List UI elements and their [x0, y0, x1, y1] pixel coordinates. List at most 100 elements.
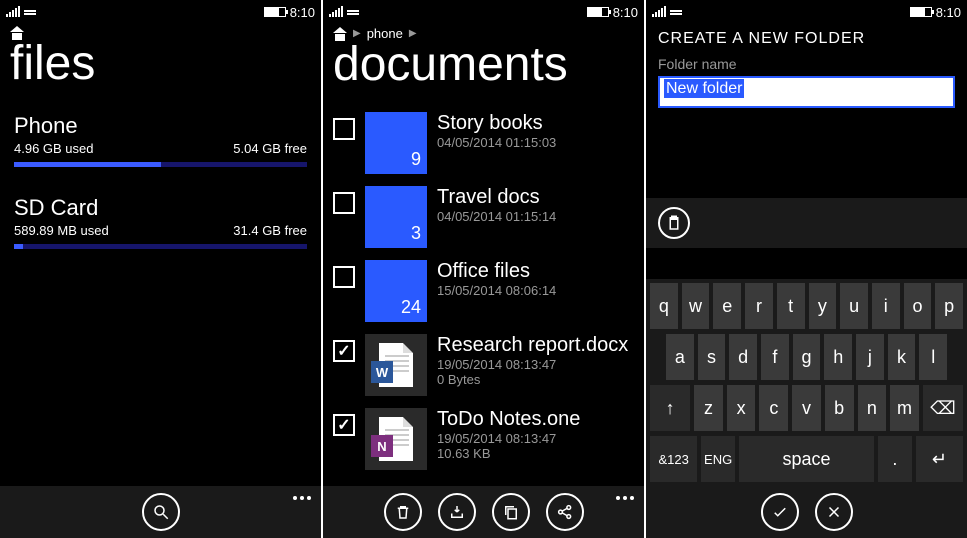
copy-icon: [502, 503, 520, 521]
key-z[interactable]: z: [694, 385, 723, 431]
file-list: 9Story books04/05/2014 01:15:033Travel d…: [323, 102, 644, 538]
list-item[interactable]: NToDo Notes.one19/05/2014 08:13:4710.63 …: [323, 402, 644, 476]
storage-bar: [14, 162, 307, 167]
item-name: Research report.docx: [437, 334, 628, 357]
key-y[interactable]: y: [809, 283, 837, 329]
key-f[interactable]: f: [761, 334, 789, 380]
status-indicator-icon: [670, 10, 682, 15]
key-i[interactable]: i: [872, 283, 900, 329]
status-bar: 8:10: [646, 0, 967, 22]
checkbox[interactable]: [333, 192, 355, 214]
storage-item[interactable]: SD Card589.89 MB used31.4 GB free: [0, 183, 321, 249]
key-a[interactable]: a: [666, 334, 694, 380]
share-button[interactable]: [546, 493, 584, 531]
item-date: 15/05/2014 08:06:14: [437, 283, 556, 298]
paste-button[interactable]: [658, 207, 690, 239]
item-name: Office files: [437, 260, 556, 283]
key-space[interactable]: space: [739, 436, 874, 482]
storage-used: 4.96 GB used: [14, 141, 94, 156]
cancel-button[interactable]: [815, 493, 853, 531]
status-indicator-icon: [347, 10, 359, 15]
signal-icon: [6, 7, 20, 17]
key-w[interactable]: w: [682, 283, 710, 329]
more-button[interactable]: [616, 496, 634, 500]
status-bar: 8:10: [0, 0, 321, 22]
item-date: 04/05/2014 01:15:14: [437, 209, 556, 224]
key-t[interactable]: t: [777, 283, 805, 329]
key-g[interactable]: g: [793, 334, 821, 380]
keyboard-header: [646, 198, 967, 248]
search-button[interactable]: [142, 493, 180, 531]
key-dot[interactable]: .: [878, 436, 912, 482]
list-item[interactable]: 3Travel docs04/05/2014 01:15:14: [323, 180, 644, 254]
confirm-button[interactable]: [761, 493, 799, 531]
key-q[interactable]: q: [650, 283, 678, 329]
signal-icon: [652, 7, 666, 17]
checkbox[interactable]: [333, 414, 355, 436]
item-name: ToDo Notes.one: [437, 408, 580, 431]
documents-screen: 8:10 ▶ phone ▶ documents 9Story books04/…: [323, 0, 644, 538]
key-j[interactable]: j: [856, 334, 884, 380]
key-k[interactable]: k: [888, 334, 916, 380]
storage-item[interactable]: Phone 4.96 GB used 5.04 GB free: [0, 101, 321, 167]
clipboard-icon: [665, 214, 683, 232]
input-selected-text: New folder: [664, 79, 744, 98]
key-b[interactable]: b: [825, 385, 854, 431]
folder-name-input[interactable]: New folder: [658, 76, 955, 108]
key-n[interactable]: n: [858, 385, 887, 431]
trash-icon: [394, 503, 412, 521]
key-v[interactable]: v: [792, 385, 821, 431]
item-name: Story books: [437, 112, 556, 135]
checkbox[interactable]: [333, 118, 355, 140]
key-e[interactable]: e: [713, 283, 741, 329]
storage-name: Phone: [14, 113, 307, 139]
folder-thumb: 24: [365, 260, 427, 322]
key-m[interactable]: m: [890, 385, 919, 431]
clock: 8:10: [936, 5, 961, 20]
page-title: documents: [323, 37, 644, 102]
key-d[interactable]: d: [729, 334, 757, 380]
status-indicator-icon: [24, 10, 36, 15]
key-o[interactable]: o: [904, 283, 932, 329]
battery-icon: [910, 7, 932, 17]
checkbox[interactable]: [333, 340, 355, 362]
key-c[interactable]: c: [759, 385, 788, 431]
key-h[interactable]: h: [824, 334, 852, 380]
copy-button[interactable]: [492, 493, 530, 531]
move-button[interactable]: [438, 493, 476, 531]
key-symbols[interactable]: &123: [650, 436, 697, 482]
clock: 8:10: [290, 5, 315, 20]
clock: 8:10: [613, 5, 638, 20]
file-thumb: W: [365, 334, 427, 396]
key-shift[interactable]: ↑: [650, 385, 690, 431]
key-s[interactable]: s: [698, 334, 726, 380]
key-r[interactable]: r: [745, 283, 773, 329]
storage-bar: [14, 244, 307, 249]
field-label: Folder name: [646, 50, 967, 76]
list-item[interactable]: 24 Office files15/05/2014 08:06:14: [323, 254, 644, 328]
app-bar: [646, 486, 967, 538]
download-to-folder-icon: [448, 503, 466, 521]
delete-button[interactable]: [384, 493, 422, 531]
page-title: files: [0, 36, 321, 101]
key-lang[interactable]: ENG: [701, 436, 735, 482]
key-enter[interactable]: ↵: [916, 436, 963, 482]
storage-free: 31.4 GB free: [233, 223, 307, 238]
key-x[interactable]: x: [727, 385, 756, 431]
key-backspace[interactable]: ⌫: [923, 385, 963, 431]
key-l[interactable]: l: [919, 334, 947, 380]
checkbox[interactable]: [333, 266, 355, 288]
item-size: 0 Bytes: [437, 372, 628, 387]
item-date: 19/05/2014 08:13:47: [437, 431, 580, 446]
storage-free: 5.04 GB free: [233, 141, 307, 156]
list-item[interactable]: WResearch report.docx19/05/2014 08:13:47…: [323, 328, 644, 402]
search-icon: [152, 503, 170, 521]
keyboard: qwertyuiop asdfghjkl ↑zxcvbnm⌫ &123ENGsp…: [646, 279, 967, 486]
list-item[interactable]: 9Story books04/05/2014 01:15:03: [323, 106, 644, 180]
key-u[interactable]: u: [840, 283, 868, 329]
dialog-heading: CREATE A NEW FOLDER: [646, 22, 967, 50]
key-p[interactable]: p: [935, 283, 963, 329]
folder-thumb: 9: [365, 112, 427, 174]
storage-used: 589.89 MB used: [14, 223, 109, 238]
more-button[interactable]: [293, 496, 311, 500]
